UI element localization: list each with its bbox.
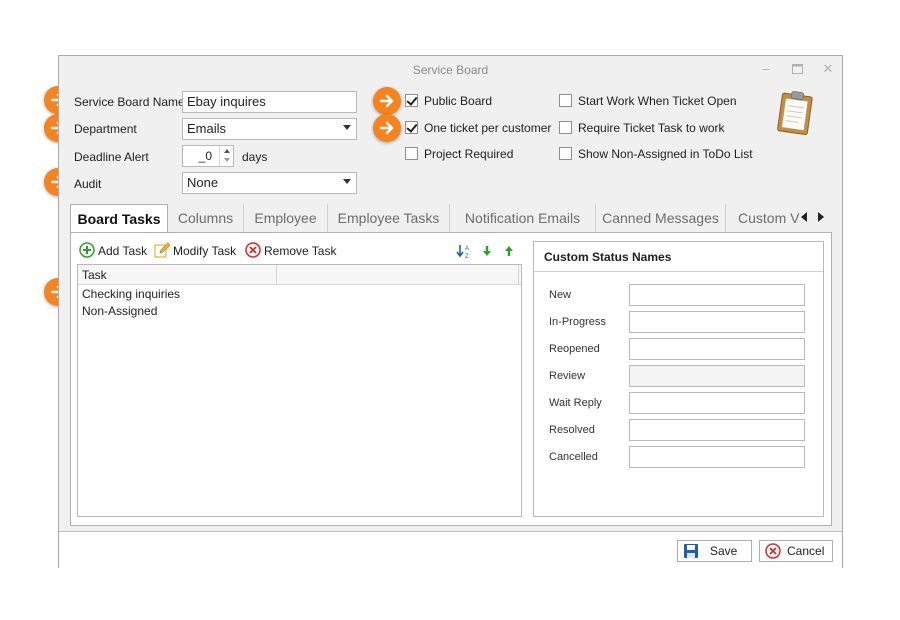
chevron-down-icon — [343, 125, 351, 130]
public-board-checkbox[interactable] — [405, 94, 418, 107]
deadline-unit: days — [242, 150, 268, 164]
svg-text:A: A — [465, 246, 469, 252]
maximize-icon[interactable] — [789, 61, 805, 77]
remove-task-button[interactable]: Remove Task — [264, 244, 336, 258]
status-input-cancelled[interactable] — [629, 446, 805, 468]
save-icon — [684, 544, 698, 558]
task-grid-header: Task — [78, 265, 521, 285]
board-name-label: Service Board Name — [74, 95, 185, 109]
scroll-right-icon[interactable] — [818, 212, 824, 222]
show-non-assigned-label: Show Non-Assigned in ToDo List — [578, 147, 753, 161]
start-work-label: Start Work When Ticket Open — [578, 94, 737, 108]
status-input-wait-reply[interactable] — [629, 392, 805, 414]
status-input-in-progress[interactable] — [629, 311, 805, 333]
tab-strip: Board Tasks Columns Employee Employee Ta… — [70, 204, 832, 234]
modify-task-button[interactable]: Modify Task — [173, 244, 236, 258]
tab-notification-emails[interactable]: Notification Emails — [450, 204, 596, 232]
table-row[interactable]: Checking inquiries — [82, 287, 180, 301]
status-input-new[interactable] — [629, 284, 805, 306]
save-label: Save — [710, 544, 738, 558]
public-board-label: Public Board — [424, 94, 493, 108]
move-down-icon[interactable] — [480, 244, 494, 258]
add-icon[interactable] — [79, 242, 95, 258]
project-required-label: Project Required — [424, 147, 514, 161]
status-label-new: New — [549, 289, 572, 301]
deadline-spinner[interactable] — [219, 146, 234, 166]
close-icon[interactable]: ✕ — [820, 61, 836, 77]
dialog-footer: Save Cancel — [59, 531, 842, 568]
require-task-label: Require Ticket Task to work — [578, 121, 725, 135]
status-label-resolved: Resolved — [549, 424, 595, 436]
department-label: Department — [74, 122, 137, 136]
custom-status-title: Custom Status Names — [534, 242, 823, 272]
tab-canned-messages[interactable]: Canned Messages — [596, 204, 726, 232]
callout-arrow-icon — [373, 87, 401, 115]
status-label-in-progress: In-Progress — [549, 316, 606, 328]
spin-down-icon[interactable] — [224, 158, 230, 162]
deadline-label: Deadline Alert — [74, 150, 149, 164]
sort-az-icon[interactable]: AZ — [456, 243, 472, 260]
callout-arrow-icon — [373, 114, 401, 142]
cancel-button[interactable]: Cancel — [759, 540, 833, 562]
audit-label: Audit — [74, 177, 102, 191]
column-divider — [518, 265, 519, 284]
show-non-assigned-checkbox[interactable] — [559, 147, 572, 160]
tab-employee[interactable]: Employee — [244, 204, 328, 232]
title-bar: Service Board – ✕ — [59, 56, 842, 84]
cancel-icon — [765, 543, 781, 559]
status-label-cancelled: Cancelled — [549, 451, 598, 463]
tab-employee-tasks[interactable]: Employee Tasks — [328, 204, 450, 232]
project-required-checkbox[interactable] — [405, 147, 418, 160]
move-up-icon[interactable] — [502, 244, 516, 258]
board-name-input[interactable]: Ebay inquires — [182, 91, 357, 113]
cancel-label: Cancel — [787, 544, 825, 558]
edit-icon[interactable] — [154, 242, 171, 258]
add-task-button[interactable]: Add Task — [98, 244, 147, 258]
svg-text:Z: Z — [465, 254, 469, 259]
service-board-window: Service Board – ✕ Service Board Name Eba… — [58, 55, 843, 568]
clipboard-icon — [772, 89, 820, 137]
audit-select[interactable]: None — [182, 172, 357, 194]
save-button[interactable]: Save — [677, 540, 752, 562]
tab-custom-v[interactable]: Custom V — [726, 204, 800, 232]
column-divider — [276, 265, 277, 284]
tab-board-tasks[interactable]: Board Tasks — [70, 204, 168, 234]
task-grid: Task Checking inquiries Non-Assigned — [77, 264, 522, 517]
status-label-reopened: Reopened — [549, 343, 600, 355]
audit-value: None — [187, 175, 219, 190]
department-select[interactable]: Emails — [182, 118, 357, 140]
status-input-review[interactable] — [629, 365, 805, 387]
status-input-resolved[interactable] — [629, 419, 805, 441]
minimize-icon[interactable]: – — [758, 61, 774, 77]
remove-icon[interactable] — [245, 242, 261, 258]
spin-up-icon[interactable] — [224, 149, 230, 153]
status-input-reopened[interactable] — [629, 338, 805, 360]
department-value: Emails — [187, 121, 227, 136]
table-row[interactable]: Non-Assigned — [82, 304, 157, 318]
window-title: Service Board — [412, 63, 489, 77]
one-ticket-checkbox[interactable] — [405, 121, 418, 134]
chevron-down-icon — [343, 179, 351, 184]
task-column-header[interactable]: Task — [82, 268, 107, 282]
scroll-left-icon[interactable] — [801, 212, 807, 222]
custom-status-panel: Custom Status Names New In-Progress Reop… — [533, 241, 824, 517]
status-label-review: Review — [549, 370, 586, 382]
start-work-checkbox[interactable] — [559, 94, 572, 107]
one-ticket-label: One ticket per customer — [424, 121, 552, 135]
tab-columns[interactable]: Columns — [168, 204, 244, 232]
status-label-wait-reply: Wait Reply — [549, 397, 602, 409]
require-task-checkbox[interactable] — [559, 121, 572, 134]
